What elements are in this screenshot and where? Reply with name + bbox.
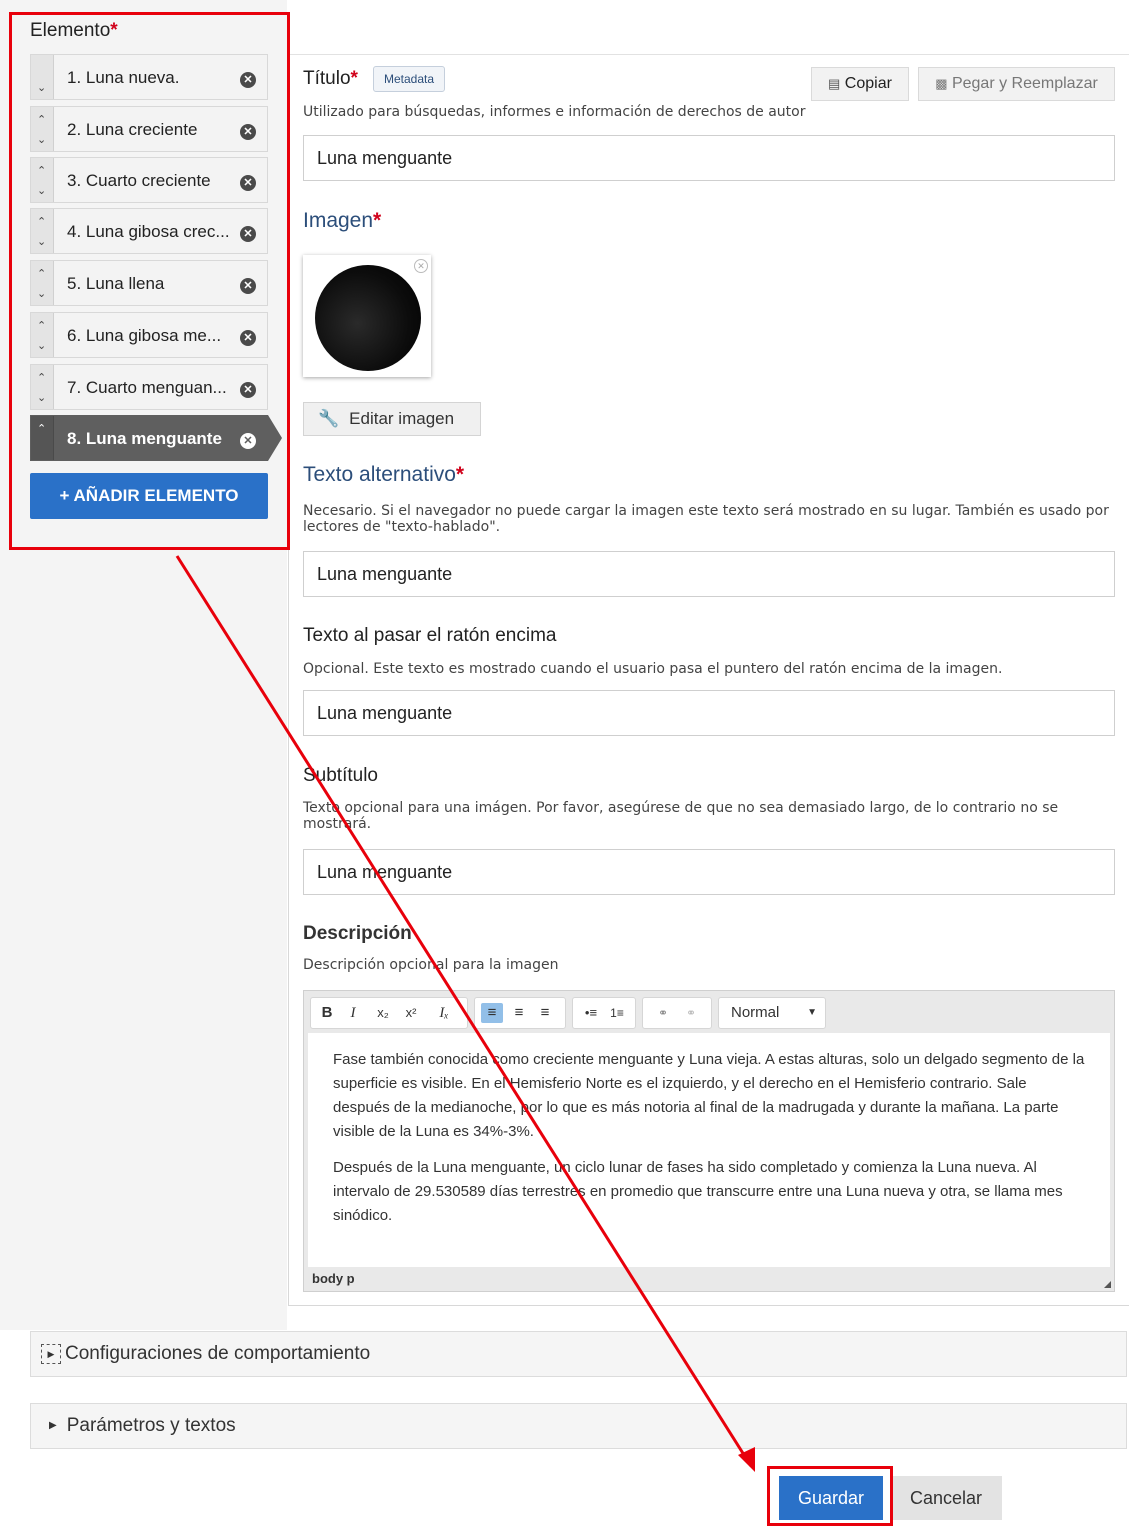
annotation-arrow <box>175 555 755 1472</box>
annotation-arrow-line <box>175 555 753 1467</box>
